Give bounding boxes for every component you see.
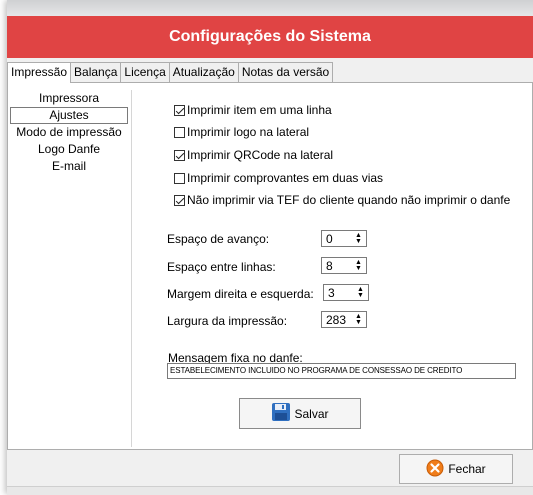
- tab-licenca[interactable]: Licença: [120, 62, 170, 82]
- tab-balanca[interactable]: Balança: [70, 62, 122, 82]
- checkbox-label: Imprimir QRCode na lateral: [187, 148, 334, 162]
- checkbox-label: Imprimir logo na lateral: [187, 125, 310, 139]
- checkbox-label: Imprimir item em uma linha: [187, 103, 332, 117]
- option-imprimir-item-em-uma-linha[interactable]: Imprimir item em uma linha: [174, 102, 332, 118]
- tab-atualizacao[interactable]: Atualização: [168, 62, 239, 82]
- close-circle-icon: [426, 459, 444, 480]
- label-largura-da-impressao: Largura da impressão:: [167, 314, 288, 328]
- checkbox[interactable]: [174, 149, 185, 161]
- checkbox[interactable]: [174, 126, 185, 138]
- sidebar-item-email[interactable]: E-mail: [10, 158, 128, 175]
- spinner-margem[interactable]: 3 ▲ ▼: [323, 284, 369, 301]
- option-nao-imprimir-via-tef[interactable]: Não imprimir via TEF do cliente quando n…: [174, 192, 510, 208]
- spinner-espaco-de-avanco[interactable]: 0 ▲ ▼: [321, 230, 367, 247]
- spinner-arrows-icon[interactable]: ▲ ▼: [351, 258, 366, 273]
- spinner-arrows-icon[interactable]: ▲ ▼: [353, 285, 368, 300]
- label-margem-direita-e-esquerda: Margem direita e esquerda:: [167, 287, 314, 301]
- sidebar: Impressora Ajustes Modo de impressão Log…: [10, 90, 128, 175]
- tab-bar: Impressão Balança Licença Atualização No…: [7, 62, 334, 83]
- save-button[interactable]: Salvar: [239, 398, 361, 429]
- spinner-value: 8: [326, 259, 333, 273]
- label-espaco-entre-linhas: Espaço entre linhas:: [167, 260, 276, 274]
- settings-content: Imprimir item em uma linha Imprimir logo…: [131, 90, 531, 447]
- option-imprimir-comprovantes-em-duas-vias[interactable]: Imprimir comprovantes em duas vias: [174, 170, 383, 186]
- close-button-label: Fechar: [448, 462, 486, 476]
- checkbox-label: Não imprimir via TEF do cliente quando n…: [187, 193, 511, 207]
- spinner-arrows-icon[interactable]: ▲ ▼: [351, 312, 366, 327]
- spinner-arrows-icon[interactable]: ▲ ▼: [351, 231, 366, 246]
- sidebar-item-ajustes[interactable]: Ajustes: [10, 107, 128, 124]
- settings-window: Configurações do Sistema Impressão Balan…: [7, 0, 533, 495]
- tab-notas-da-versao[interactable]: Notas da versão: [237, 62, 334, 82]
- option-imprimir-qrcode-na-lateral[interactable]: Imprimir QRCode na lateral: [174, 147, 333, 163]
- checkbox[interactable]: [174, 172, 185, 184]
- sidebar-item-logo-danfe[interactable]: Logo Danfe: [10, 141, 128, 158]
- checkbox[interactable]: [174, 194, 185, 206]
- spinner-value: 0: [326, 232, 333, 246]
- tab-impressao[interactable]: Impressão: [7, 62, 72, 83]
- spinner-espaco-entre-linhas[interactable]: 8 ▲ ▼: [321, 257, 367, 274]
- checkbox-label: Imprimir comprovantes em duas vias: [187, 171, 384, 185]
- sidebar-item-impressora[interactable]: Impressora: [10, 90, 128, 107]
- option-imprimir-logo-na-lateral[interactable]: Imprimir logo na lateral: [174, 124, 309, 140]
- sidebar-item-modo-de-impressao[interactable]: Modo de impressão: [10, 124, 128, 141]
- checkbox[interactable]: [174, 104, 185, 116]
- floppy-disk-icon: [271, 402, 291, 425]
- top-strip: [7, 0, 533, 16]
- save-button-label: Salvar: [294, 406, 329, 421]
- spinner-value: 283: [326, 313, 347, 327]
- spinner-value: 3: [328, 286, 335, 300]
- close-button[interactable]: Fechar: [399, 454, 513, 484]
- mensagem-fixa-field[interactable]: ESTABELECIMENTO INCLUIDO NO PROGRAMA DE …: [167, 363, 516, 379]
- spinner-largura-da-impressao[interactable]: 283 ▲ ▼: [321, 311, 367, 328]
- window-title: Configurações do Sistema: [7, 16, 533, 58]
- label-espaco-de-avanco: Espaço de avanço:: [167, 232, 270, 246]
